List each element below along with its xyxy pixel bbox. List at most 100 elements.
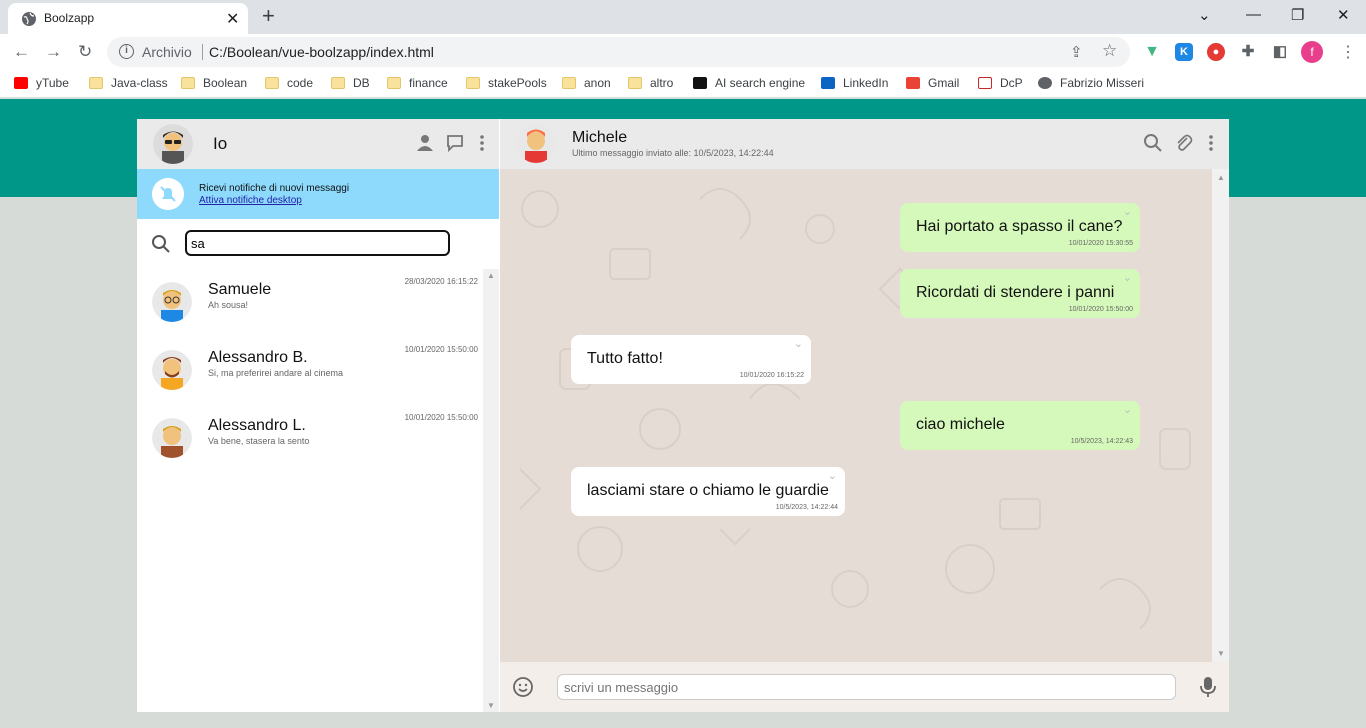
chevron-down-icon[interactable]: ⌄ [828,469,837,482]
bookmark-item[interactable]: Fabrizio Misseri [1038,76,1144,90]
notification-banner: Ricevi notifiche di nuovi messaggi Attiv… [137,169,499,219]
message-text: ciao michele [916,416,1005,433]
info-icon[interactable]: i [119,44,134,59]
bookmark-item[interactable]: anon [562,76,611,90]
menu-dots-icon[interactable] [1201,133,1221,153]
minimize-icon[interactable]: — [1246,6,1261,23]
message-area-scrollbar[interactable]: ▲ ▼ [1212,169,1229,662]
bookmark-item[interactable]: DcP [978,76,1023,90]
k-extension-icon[interactable]: K [1175,43,1193,61]
folder-icon [181,77,195,89]
contact-last-message: Si, ma preferirei andare al cinema [208,368,344,378]
message-bubble-received[interactable]: Tutto fatto! 10/01/2020 16:15:22 ⌄ [571,335,811,384]
contact-last-message: Va bene, stasera la sento [208,436,310,446]
notification-text: Ricevi notifiche di nuovi messaggi [199,183,350,194]
bookmark-item[interactable]: code [265,76,313,90]
chevron-down-icon[interactable]: ⌄ [1123,403,1132,416]
message-bubble-sent[interactable]: Ricordati di stendere i panni 10/01/2020… [900,269,1140,318]
bookmark-item[interactable]: Java-class [89,76,168,90]
scroll-down-icon[interactable]: ▼ [1217,649,1225,658]
enable-notifications-link[interactable]: Attiva notifiche desktop [199,195,302,206]
last-message-time: Ultimo messaggio inviato alle: 10/5/2023… [572,148,774,158]
microphone-icon[interactable] [1198,675,1218,699]
message-text: Ricordati di stendere i panni [916,284,1115,301]
bookmark-item[interactable]: Gmail [906,76,959,90]
bookmark-item[interactable]: stakePools [466,76,547,90]
new-tab-button[interactable]: + [262,5,275,27]
active-contact-avatar[interactable] [516,123,556,163]
contact-avatar [152,350,192,390]
restore-icon[interactable]: ❐ [1291,6,1304,24]
url-text[interactable]: C:/Boolean/vue-boolzapp/index.html [209,44,434,60]
paperclip-icon[interactable] [1174,133,1194,153]
forward-icon[interactable]: → [45,42,62,62]
bookmark-item[interactable]: AI search engine [693,76,805,90]
contact-avatar [152,418,192,458]
scroll-down-icon[interactable]: ▼ [487,701,495,710]
user-header: Io [137,119,499,169]
bookmark-item[interactable]: DB [331,76,370,90]
message-text: Hai portato a spasso il cane? [916,218,1123,235]
message-bubble-sent[interactable]: ciao michele 10/5/2023, 14:22:43 ⌄ [900,401,1140,450]
user-avatar[interactable] [153,124,193,164]
vue-devtools-icon[interactable]: ▼ [1143,43,1161,61]
status-icon[interactable] [415,133,435,153]
address-separator [202,44,203,60]
share-icon[interactable]: ⇪ [1070,43,1083,61]
bookmark-item[interactable]: altro [628,76,673,90]
contact-item[interactable]: Alessandro L. Va bene, stasera la sento … [137,405,483,473]
reload-icon[interactable]: ↻ [78,42,92,62]
page: Io Ricevi notifiche di nuovi messaggi At… [0,99,1366,728]
scroll-up-icon[interactable]: ▲ [1217,173,1225,182]
search-icon[interactable] [1143,133,1163,153]
message-time: 10/01/2020 15:50:00 [1068,306,1133,313]
shield-extension-icon[interactable]: ● [1207,43,1225,61]
chat-icon[interactable] [445,133,465,153]
chevron-down-icon[interactable]: ⌄ [1198,6,1211,24]
address-bar[interactable]: i Archivio C:/Boolean/vue-boolzapp/index… [107,37,1130,67]
contact-item[interactable]: Samuele Ah sousa! 28/03/2020 16:15:22 [137,269,483,337]
chevron-down-icon[interactable]: ⌄ [1123,271,1132,284]
browser-tab[interactable]: Boolzapp ✕ [8,3,248,34]
emoji-icon[interactable] [512,676,534,698]
search-input[interactable] [185,230,450,256]
chevron-down-icon[interactable]: ⌄ [1123,205,1132,218]
search-bar [137,219,499,269]
message-area[interactable]: Hai portato a spasso il cane? 10/01/2020… [500,169,1212,662]
extensions-puzzle-icon[interactable]: ✚ [1239,43,1257,61]
globe-icon [22,12,36,26]
bookmark-item[interactable]: finance [387,76,448,90]
browser-tab-strip: Boolzapp ✕ + ⌄ — ❐ ✕ [0,0,1366,34]
back-icon[interactable]: ← [13,42,30,62]
browser-menu-icon[interactable]: ⋮ [1340,42,1356,62]
profile-avatar[interactable]: f [1301,41,1323,63]
chevron-down-icon[interactable]: ⌄ [794,337,803,350]
side-panel-icon[interactable]: ◧ [1271,43,1289,61]
contact-name: Alessandro B. [208,349,308,366]
bookmark-item[interactable]: LinkedIn [821,76,888,90]
boolzapp-app: Io Ricevi notifiche di nuovi messaggi At… [137,119,1229,712]
message-composer [500,662,1229,712]
window-close-icon[interactable]: ✕ [1337,6,1350,24]
folder-icon [628,77,642,89]
contact-avatar [152,282,192,322]
message-bubble-sent[interactable]: Hai portato a spasso il cane? 10/01/2020… [900,203,1140,252]
contact-time: 10/01/2020 15:50:00 [404,345,478,354]
bookmark-item[interactable]: yTube [14,76,69,90]
contact-item[interactable]: Alessandro B. Si, ma preferirei andare a… [137,337,483,405]
browser-toolbar: ← → ↻ i Archivio C:/Boolean/vue-boolzapp… [0,34,1366,70]
scroll-up-icon[interactable]: ▲ [487,271,495,280]
message-bubble-received[interactable]: lasciami stare o chiamo le guardie 10/5/… [571,467,845,516]
bookmark-star-icon[interactable]: ☆ [1102,41,1117,61]
folder-icon [331,77,345,89]
dcp-icon [978,77,992,89]
contact-name: Samuele [208,281,272,298]
contact-list-scrollbar[interactable]: ▲ ▼ [483,269,499,712]
message-input[interactable] [557,674,1176,700]
bookmark-item[interactable]: Boolean [181,76,247,90]
message-text: lasciami stare o chiamo le guardie [587,482,829,499]
contact-last-message: Ah sousa! [208,300,249,310]
folder-icon [562,77,576,89]
tab-close-icon[interactable]: ✕ [226,9,239,29]
menu-dots-icon[interactable] [472,133,492,153]
